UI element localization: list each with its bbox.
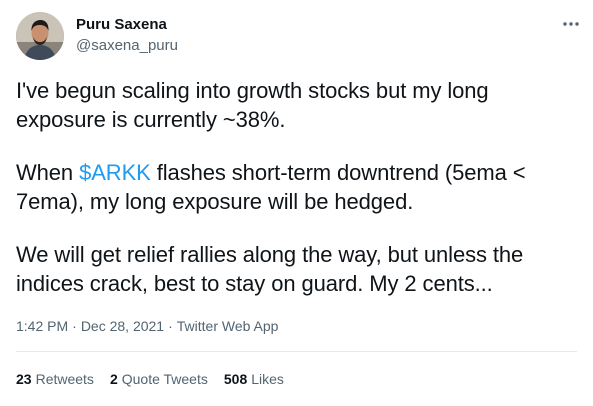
author-handle[interactable]: @saxena_puru (76, 37, 178, 55)
divider (16, 351, 577, 352)
tweet-paragraph-2-lead: When (16, 160, 80, 185)
likes-count: 508 (223, 371, 248, 387)
tweet-paragraph-3: We will get relief rallies along the way… (16, 242, 524, 296)
tweet-card: Puru Saxena @saxena_puru I've begun scal… (0, 0, 593, 406)
likes-stat[interactable]: 508 Likes (224, 370, 284, 388)
author-display-name[interactable]: Puru Saxena (76, 16, 167, 34)
tweet-timestamp-date[interactable]: Dec 28, 2021 (81, 318, 164, 334)
more-options-button[interactable] (558, 14, 584, 34)
meta-separator: · (168, 318, 173, 334)
avatar[interactable] (16, 12, 64, 60)
cashtag-link[interactable]: $ARKK (79, 160, 151, 185)
retweets-stat[interactable]: 23 Retweets (16, 370, 94, 388)
likes-label: Likes (251, 371, 284, 387)
quote-tweets-label: Quote Tweets (121, 371, 208, 387)
quote-tweets-count: 2 (109, 371, 118, 387)
tweet-paragraph-2: When $ARKK flashes short-term downtrend … (16, 158, 581, 216)
meta-separator: · (72, 318, 77, 334)
tweet-timestamp-time[interactable]: 1:42 PM (16, 318, 68, 334)
retweets-count: 23 (16, 371, 32, 387)
tweet-source-link[interactable]: Twitter Web App (177, 318, 279, 334)
tweet-meta: 1:42 PM · Dec 28, 2021 · Twitter Web App (16, 317, 278, 335)
tweet-paragraph-1: I've begun scaling into growth stocks bu… (16, 78, 489, 132)
more-horizontal-icon (563, 22, 579, 26)
engagement-stats: 23 Retweets 2 Quote Tweets 508 Likes (16, 370, 300, 388)
retweets-label: Retweets (35, 371, 94, 387)
quote-tweets-stat[interactable]: 2 Quote Tweets (110, 370, 208, 388)
tweet-text: I've begun scaling into growth stocks bu… (16, 76, 581, 298)
